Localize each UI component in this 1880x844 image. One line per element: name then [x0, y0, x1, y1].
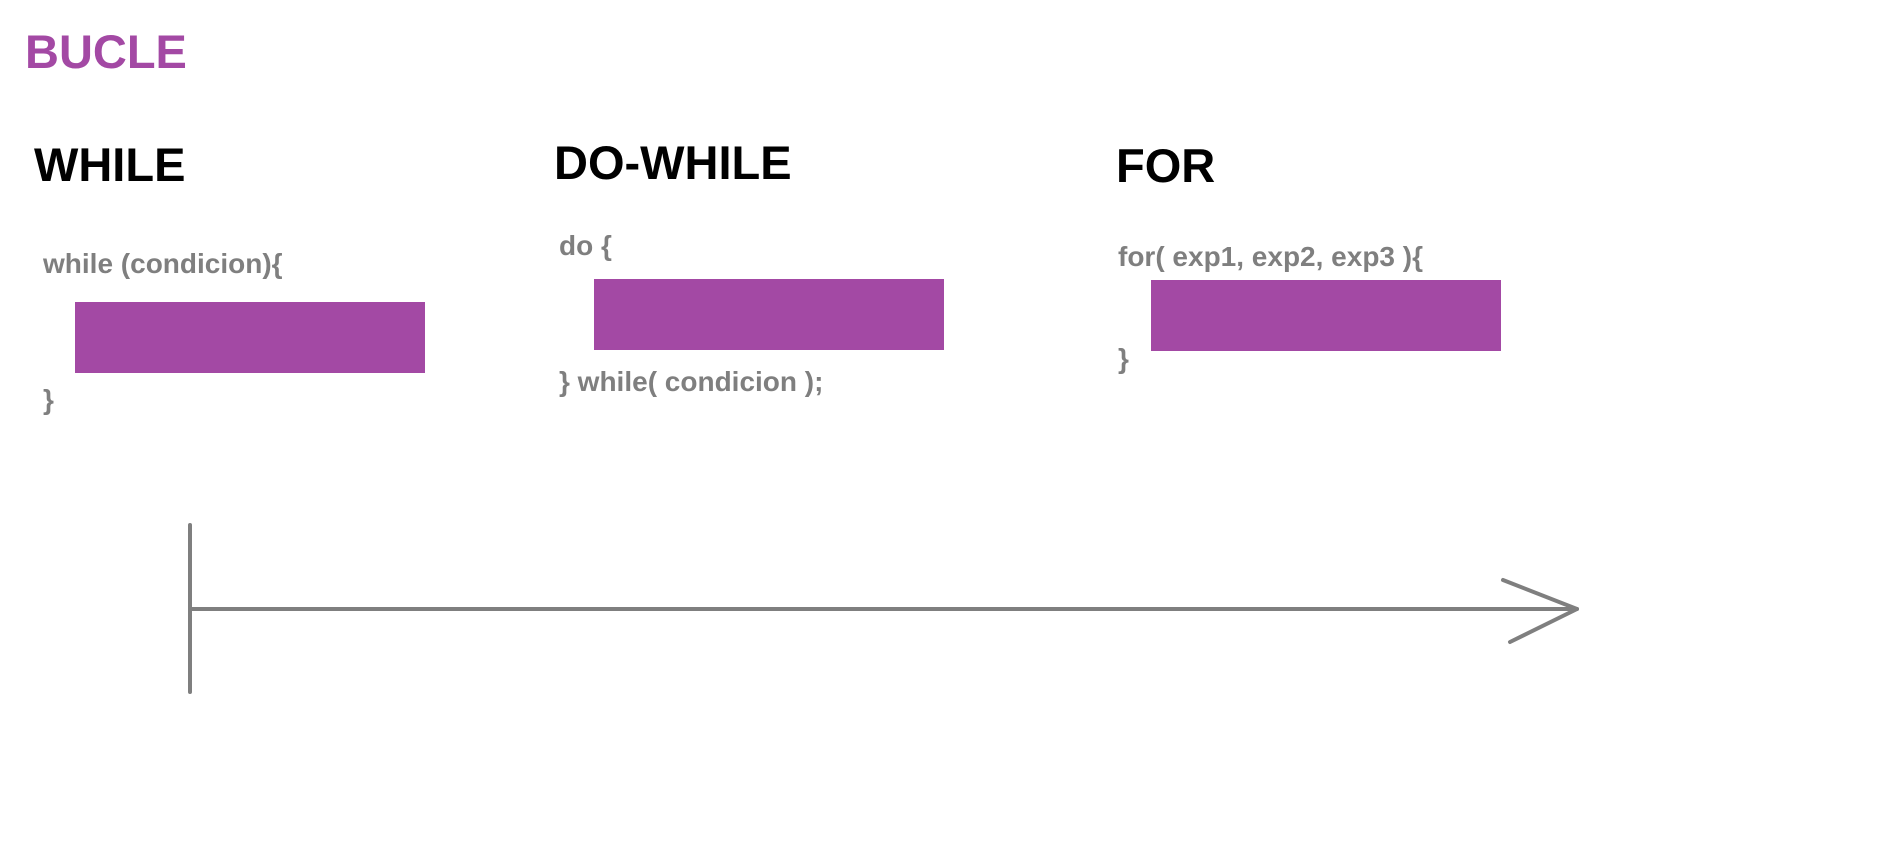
timeline-arrow-diagram [188, 523, 1579, 694]
